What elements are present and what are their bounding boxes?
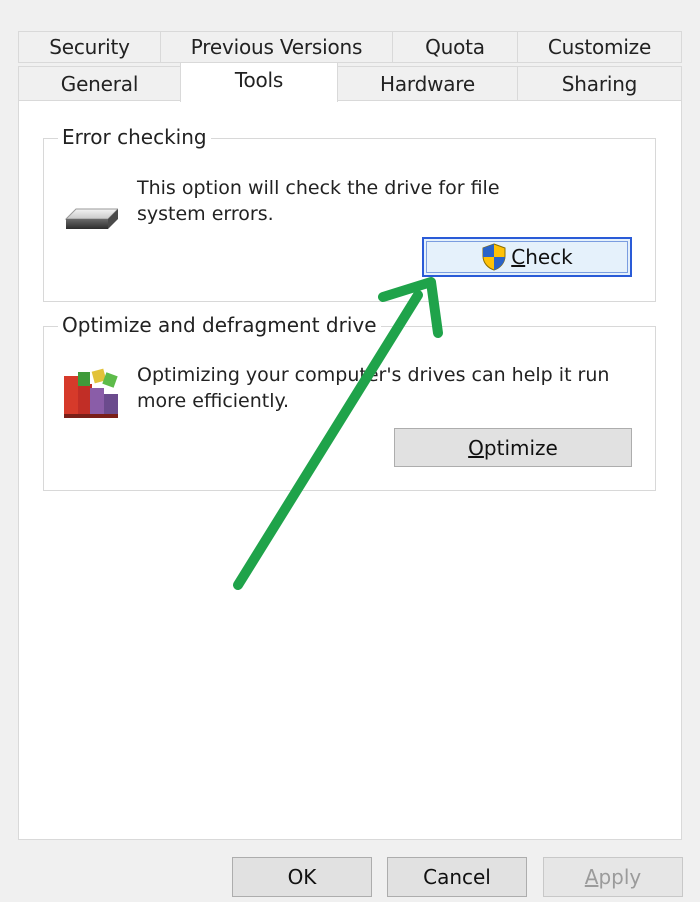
apply-button[interactable]: Apply bbox=[543, 857, 683, 897]
tab-security[interactable]: Security bbox=[18, 31, 161, 63]
tab-quota[interactable]: Quota bbox=[392, 31, 518, 63]
cancel-button[interactable]: Cancel bbox=[387, 857, 527, 897]
tab-label: General bbox=[60, 71, 139, 96]
error-checking-title: Error checking bbox=[58, 125, 211, 149]
tab-label: Security bbox=[49, 35, 130, 59]
tab-hardware[interactable]: Hardware bbox=[337, 66, 518, 101]
desc-line: Optimizing your computer's drives can he… bbox=[137, 364, 610, 386]
desc-line: system errors. bbox=[137, 203, 274, 225]
optimize-group: Optimize and defragment drive Optimizing… bbox=[43, 313, 656, 491]
error-checking-description: This option will check the drive for fil… bbox=[137, 175, 500, 227]
check-button-label: Check bbox=[511, 245, 573, 269]
dialog-top-edge bbox=[0, 0, 700, 12]
desc-line: more efficiently. bbox=[137, 390, 290, 412]
tab-label: Sharing bbox=[561, 71, 638, 96]
tab-sharing[interactable]: Sharing bbox=[517, 66, 682, 101]
tab-label: Previous Versions bbox=[190, 35, 363, 59]
optimize-button-label: Optimize bbox=[468, 435, 558, 460]
tab-label: Tools bbox=[234, 68, 284, 92]
error-checking-group: Error checking This option will check th… bbox=[43, 125, 656, 302]
optimize-title: Optimize and defragment drive bbox=[58, 313, 381, 337]
check-button[interactable]: Check bbox=[422, 237, 632, 277]
dialog-button-bar: OK Cancel Apply bbox=[0, 840, 700, 902]
defrag-icon bbox=[60, 364, 122, 422]
tab-general[interactable]: General bbox=[18, 66, 181, 101]
uac-shield-icon bbox=[481, 243, 507, 271]
optimize-button[interactable]: Optimize bbox=[394, 428, 632, 467]
ok-button[interactable]: OK bbox=[232, 857, 372, 897]
ok-button-label: OK bbox=[287, 865, 317, 889]
tab-label: Hardware bbox=[380, 71, 475, 96]
drive-icon bbox=[64, 207, 120, 231]
tab-tools[interactable]: Tools bbox=[180, 62, 338, 102]
tab-previous-versions[interactable]: Previous Versions bbox=[160, 31, 393, 63]
tab-label: Quota bbox=[425, 35, 485, 59]
tab-label: Customize bbox=[547, 35, 652, 59]
tab-customize[interactable]: Customize bbox=[517, 31, 682, 63]
optimize-description: Optimizing your computer's drives can he… bbox=[137, 362, 609, 414]
apply-button-label: Apply bbox=[584, 865, 642, 889]
desc-line: This option will check the drive for fil… bbox=[137, 177, 500, 199]
tools-tab-page: Error checking This option will check th… bbox=[18, 100, 682, 840]
cancel-button-label: Cancel bbox=[423, 865, 491, 889]
